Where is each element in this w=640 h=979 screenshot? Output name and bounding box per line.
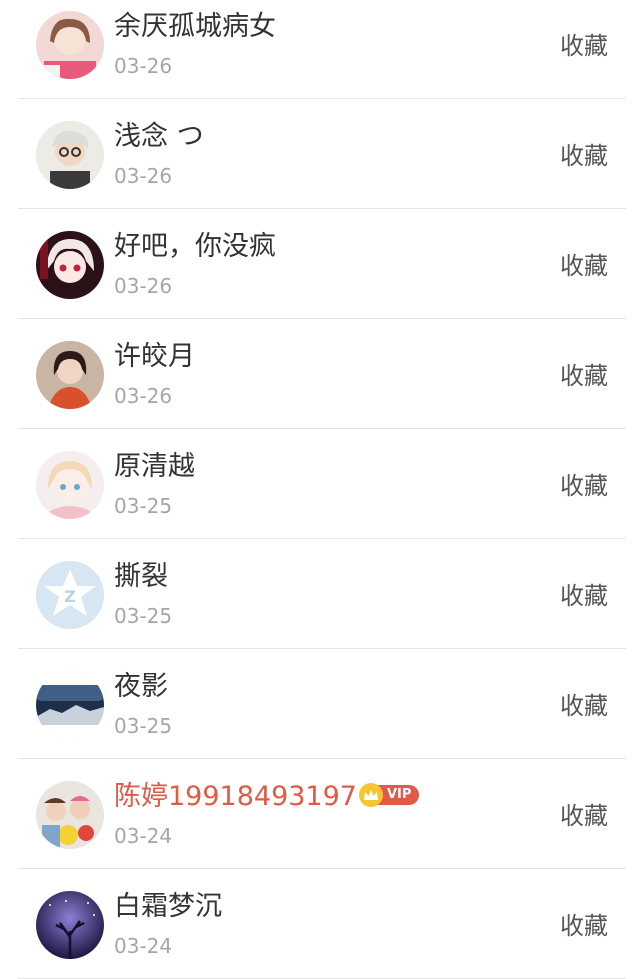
list-item[interactable]: 许皎月 03-26 收藏: [18, 319, 626, 429]
cartoon-girl-avatar[interactable]: [36, 451, 104, 519]
svg-text:Z: Z: [64, 587, 76, 606]
list-item[interactable]: 夜影 03-25 收藏: [18, 649, 626, 759]
user-name[interactable]: 撕裂: [114, 559, 168, 595]
anime-girl-avatar[interactable]: [36, 231, 104, 299]
favorite-button[interactable]: 收藏: [560, 141, 608, 171]
user-name-text: 白霜梦沉: [114, 891, 222, 922]
favorite-button[interactable]: 收藏: [560, 691, 608, 721]
user-name[interactable]: 陈婷19918493197 VIP: [114, 779, 420, 815]
user-name-text: 原清越: [114, 451, 195, 482]
user-name[interactable]: 原清越: [114, 449, 195, 485]
avatar-image: [36, 121, 104, 189]
item-date: 03-26: [114, 54, 173, 78]
user-name-text: 撕裂: [114, 561, 168, 592]
item-date: 03-26: [114, 164, 173, 188]
user-name[interactable]: 好吧，你没疯: [114, 229, 276, 265]
item-date: 03-26: [114, 274, 173, 298]
avatar-image: [36, 11, 104, 79]
list-item[interactable]: 原清越 03-25 收藏: [18, 429, 626, 539]
avatar-image: [36, 231, 104, 299]
favorite-button[interactable]: 收藏: [560, 251, 608, 281]
default-qzone-avatar[interactable]: Z: [36, 561, 104, 629]
list-item[interactable]: 浅念 つ 03-26 收藏: [18, 99, 626, 209]
avatar-image: [36, 671, 104, 739]
girl-portrait-avatar[interactable]: [36, 11, 104, 79]
item-date: 03-25: [114, 494, 173, 518]
landscape-avatar[interactable]: [36, 671, 104, 739]
list-item[interactable]: 好吧，你没疯 03-26 收藏: [18, 209, 626, 319]
list-item[interactable]: Z 撕裂 03-25 收藏: [18, 539, 626, 649]
favorite-button[interactable]: 收藏: [560, 361, 608, 391]
avatar-image: [36, 341, 104, 409]
user-name-text: 浅念 つ: [114, 121, 204, 152]
list-item[interactable]: 白霜梦沉 03-24 收藏: [18, 869, 626, 979]
user-list: 余厌孤城病女 03-26 收藏 浅念 つ 03-26 收藏 好吧，你没疯 03-26 收藏 …: [0, 0, 640, 979]
user-name[interactable]: 白霜梦沉: [114, 889, 222, 925]
user-name-text: 好吧，你没疯: [114, 231, 276, 262]
favorite-button[interactable]: 收藏: [560, 471, 608, 501]
item-date: 03-25: [114, 604, 173, 628]
avatar-image: [36, 781, 104, 849]
avatar-image: [36, 451, 104, 519]
user-name-text: 许皎月: [114, 341, 195, 372]
starry-tree-avatar[interactable]: [36, 891, 104, 959]
user-name-text: 夜影: [114, 671, 168, 702]
favorite-button[interactable]: 收藏: [560, 31, 608, 61]
woman-portrait-avatar[interactable]: [36, 341, 104, 409]
family-photo-avatar[interactable]: [36, 781, 104, 849]
crown-icon: [358, 782, 383, 807]
favorite-button[interactable]: 收藏: [560, 581, 608, 611]
boy-portrait-avatar[interactable]: [36, 121, 104, 189]
list-item[interactable]: 余厌孤城病女 03-26 收藏: [18, 0, 626, 99]
avatar-image: [36, 891, 104, 959]
item-date: 03-25: [114, 714, 173, 738]
item-date: 03-24: [114, 934, 173, 958]
item-date: 03-26: [114, 384, 173, 408]
favorite-button[interactable]: 收藏: [560, 801, 608, 831]
avatar-image: Z: [36, 561, 104, 629]
user-name[interactable]: 浅念 つ: [114, 119, 204, 155]
user-name[interactable]: 许皎月: [114, 339, 195, 375]
list-item[interactable]: 陈婷19918493197 VIP 03-24 收藏: [18, 759, 626, 869]
user-name[interactable]: 余厌孤城病女: [114, 9, 276, 45]
favorite-button[interactable]: 收藏: [560, 911, 608, 941]
vip-badge: VIP: [358, 782, 420, 807]
item-date: 03-24: [114, 824, 173, 848]
user-name[interactable]: 夜影: [114, 669, 168, 705]
user-name-text: 陈婷19918493197: [114, 781, 357, 812]
user-name-text: 余厌孤城病女: [114, 11, 276, 42]
